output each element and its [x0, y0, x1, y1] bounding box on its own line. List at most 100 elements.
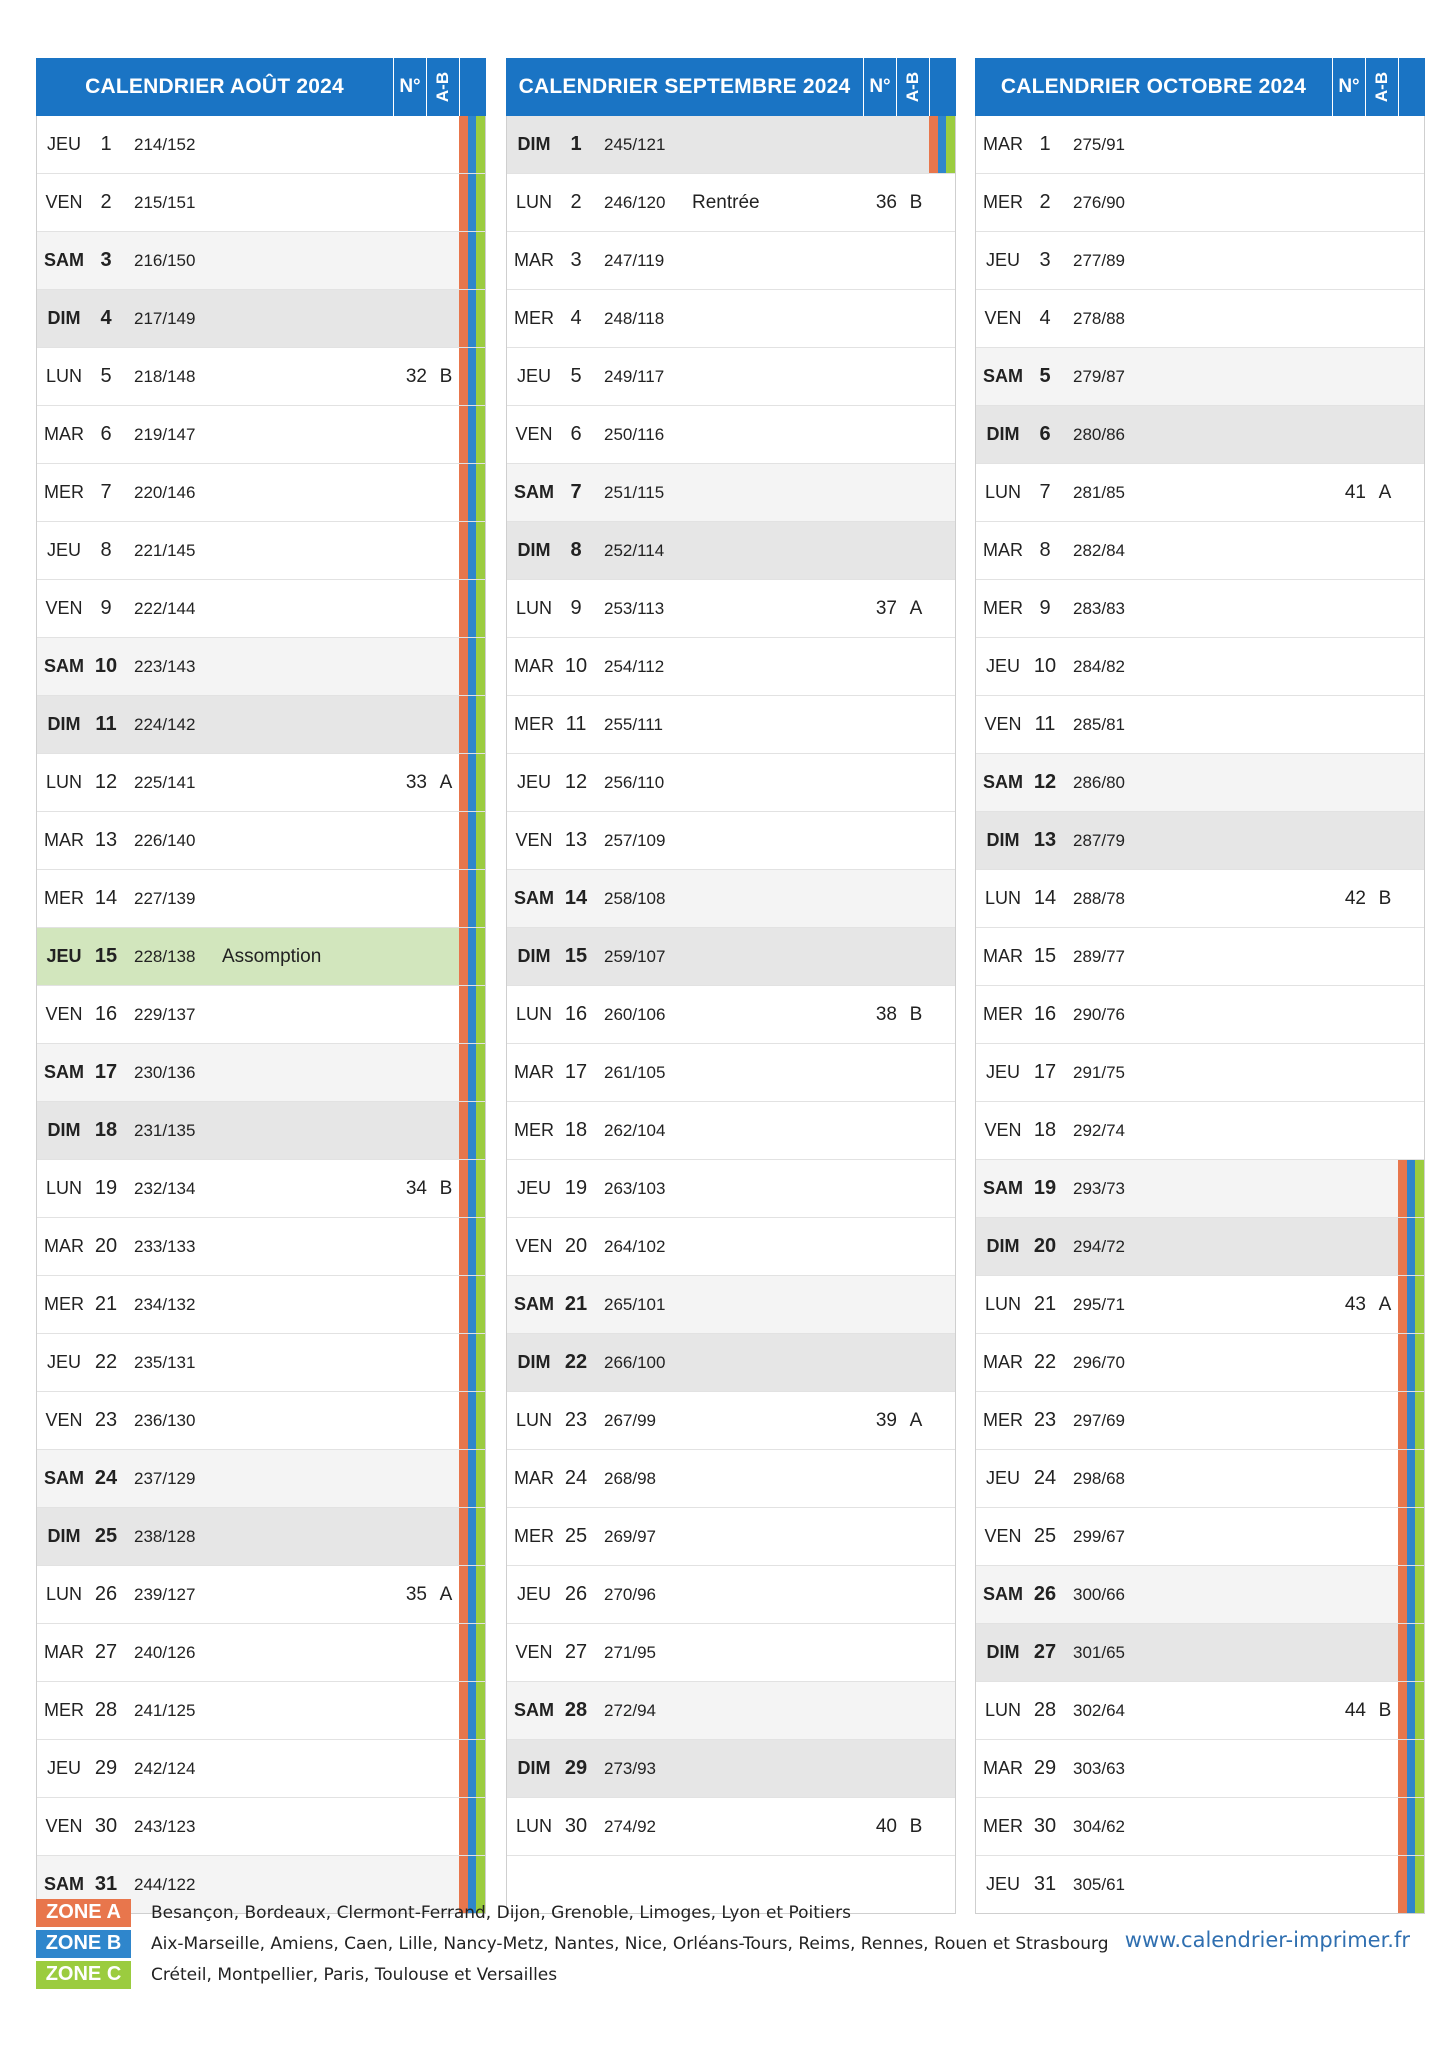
holiday-zone-stripes	[459, 928, 486, 985]
zone-a-stripe	[459, 1624, 468, 1681]
day-number: 6	[100, 423, 112, 445]
day-number: 17	[94, 1061, 118, 1083]
zone-c-stripe	[1415, 1624, 1425, 1681]
day-number: 25	[1033, 1525, 1057, 1547]
website-link[interactable]: www.calendrier-imprimer.fr	[1125, 1928, 1410, 1952]
day-row: LUN 23 267/99 39 A	[507, 1392, 955, 1450]
day-number: 9	[100, 597, 112, 619]
zone-b-stripe	[467, 348, 477, 405]
day-of-year: 285/81	[1073, 715, 1125, 734]
week-number: 43	[1344, 1294, 1366, 1315]
zone-b-stripe	[467, 1682, 477, 1739]
weekday-name: JEU	[516, 366, 551, 386]
zone-c-stripe	[1415, 1798, 1425, 1855]
day-of-year: 228/138	[134, 947, 196, 966]
weekday-name: VEN	[515, 1236, 553, 1256]
day-of-year: 245/121	[604, 135, 666, 154]
zone-c-stripe	[476, 1392, 486, 1449]
weekday-name: LUN	[984, 1294, 1021, 1314]
weekday-name: VEN	[515, 424, 553, 444]
zone-legend: ZONE A Besançon, Bordeaux, Clermont-Ferr…	[36, 1897, 1109, 1990]
day-number: 25	[564, 1525, 588, 1547]
zone-a-stripe	[459, 1218, 468, 1275]
day-of-year: 242/124	[134, 1759, 196, 1778]
day-row: MER 2 276/90	[976, 174, 1424, 232]
event-label: Assomption	[222, 946, 322, 967]
zone-b-stripe	[937, 116, 947, 173]
day-number: 7	[100, 481, 112, 503]
weekday-name: VEN	[515, 1642, 553, 1662]
day-number: 4	[1039, 307, 1051, 329]
day-of-year: 275/91	[1073, 135, 1125, 154]
zone-a-stripe	[1398, 1740, 1407, 1797]
zone-column-header	[1399, 58, 1425, 116]
day-row: MAR 20 233/133	[37, 1218, 486, 1276]
day-number: 15	[94, 945, 118, 967]
weekday-name: JEU	[46, 1758, 81, 1778]
zone-a-stripe	[459, 1276, 468, 1333]
weekday-name: MER	[44, 482, 84, 502]
day-of-year: 247/119	[604, 251, 665, 270]
day-of-year: 292/74	[1073, 1121, 1125, 1140]
day-of-year: 298/68	[1073, 1469, 1125, 1488]
zone-c-stripe	[476, 1682, 486, 1739]
holiday-zone-stripes	[459, 1740, 486, 1797]
zone-c-stripe	[476, 580, 486, 637]
day-row: MAR 15 289/77	[976, 928, 1424, 986]
day-row: JEU 10 284/82	[976, 638, 1424, 696]
day-row: SAM 3 216/150	[37, 232, 486, 290]
ab-week: A	[1378, 482, 1392, 503]
zone-c-stripe	[476, 1044, 486, 1101]
zone-b-stripe	[467, 522, 477, 579]
day-number: 10	[1033, 655, 1057, 677]
day-row: JEU 12 256/110	[507, 754, 955, 812]
day-of-year: 223/143	[134, 657, 196, 676]
weekday-name: SAM	[514, 1294, 554, 1314]
day-of-year: 278/88	[1073, 309, 1125, 328]
day-of-year: 273/93	[604, 1759, 656, 1778]
day-row: JEU 29 242/124	[37, 1740, 486, 1798]
month-title: CALENDRIER OCTOBRE 2024	[1000, 75, 1307, 98]
day-number: 7	[1039, 481, 1051, 503]
day-of-year: 240/126	[134, 1643, 196, 1662]
month-header: CALENDRIER SEPTEMBRE 2024 N° A-B	[506, 58, 956, 116]
day-of-year: 251/115	[604, 483, 665, 502]
zone-a-stripe	[1398, 1218, 1407, 1275]
day-of-year: 230/136	[134, 1063, 196, 1082]
day-row: JEU 15 228/138 Assomption	[37, 928, 486, 986]
day-row: VEN 30 243/123	[37, 1798, 486, 1856]
weekday-name: DIM	[517, 134, 551, 154]
weekday-name: MER	[514, 308, 554, 328]
day-row: JEU 26 270/96	[507, 1566, 955, 1624]
day-of-year: 267/99	[604, 1411, 656, 1430]
zone-b-badge: ZONE B	[36, 1929, 131, 1958]
day-row: MER 16 290/76	[976, 986, 1424, 1044]
week-number: 42	[1344, 888, 1366, 909]
ab-week-header: A-B	[426, 58, 460, 116]
day-of-year: 270/96	[604, 1585, 656, 1604]
day-number: 9	[1039, 597, 1051, 619]
day-number: 16	[1033, 1003, 1057, 1025]
day-of-year: 300/66	[1073, 1585, 1125, 1604]
day-number: 28	[564, 1699, 588, 1721]
day-of-year: 263/103	[604, 1179, 666, 1198]
holiday-zone-stripes	[459, 1276, 486, 1333]
day-of-year: 265/101	[604, 1295, 666, 1314]
zone-a-stripe	[1398, 1392, 1407, 1449]
day-row: LUN 14 288/78 42 B	[976, 870, 1424, 928]
day-row: DIM 6 280/86	[976, 406, 1424, 464]
day-row: MAR 3 247/119	[507, 232, 955, 290]
day-number: 7	[570, 481, 582, 503]
day-row: VEN 16 229/137	[37, 986, 486, 1044]
week-number: 34	[405, 1178, 427, 1199]
zone-a-stripe	[459, 232, 468, 289]
zone-b-stripe	[467, 638, 477, 695]
zone-a-stripe	[459, 1044, 468, 1101]
day-number: 22	[564, 1351, 588, 1373]
day-of-year: 293/73	[1073, 1179, 1125, 1198]
day-number: 27	[1033, 1641, 1057, 1663]
week-number-header: N°	[863, 58, 896, 116]
day-of-year: 290/76	[1073, 1005, 1125, 1024]
weekday-name: DIM	[517, 540, 551, 560]
weekday-name: LUN	[45, 1584, 82, 1604]
